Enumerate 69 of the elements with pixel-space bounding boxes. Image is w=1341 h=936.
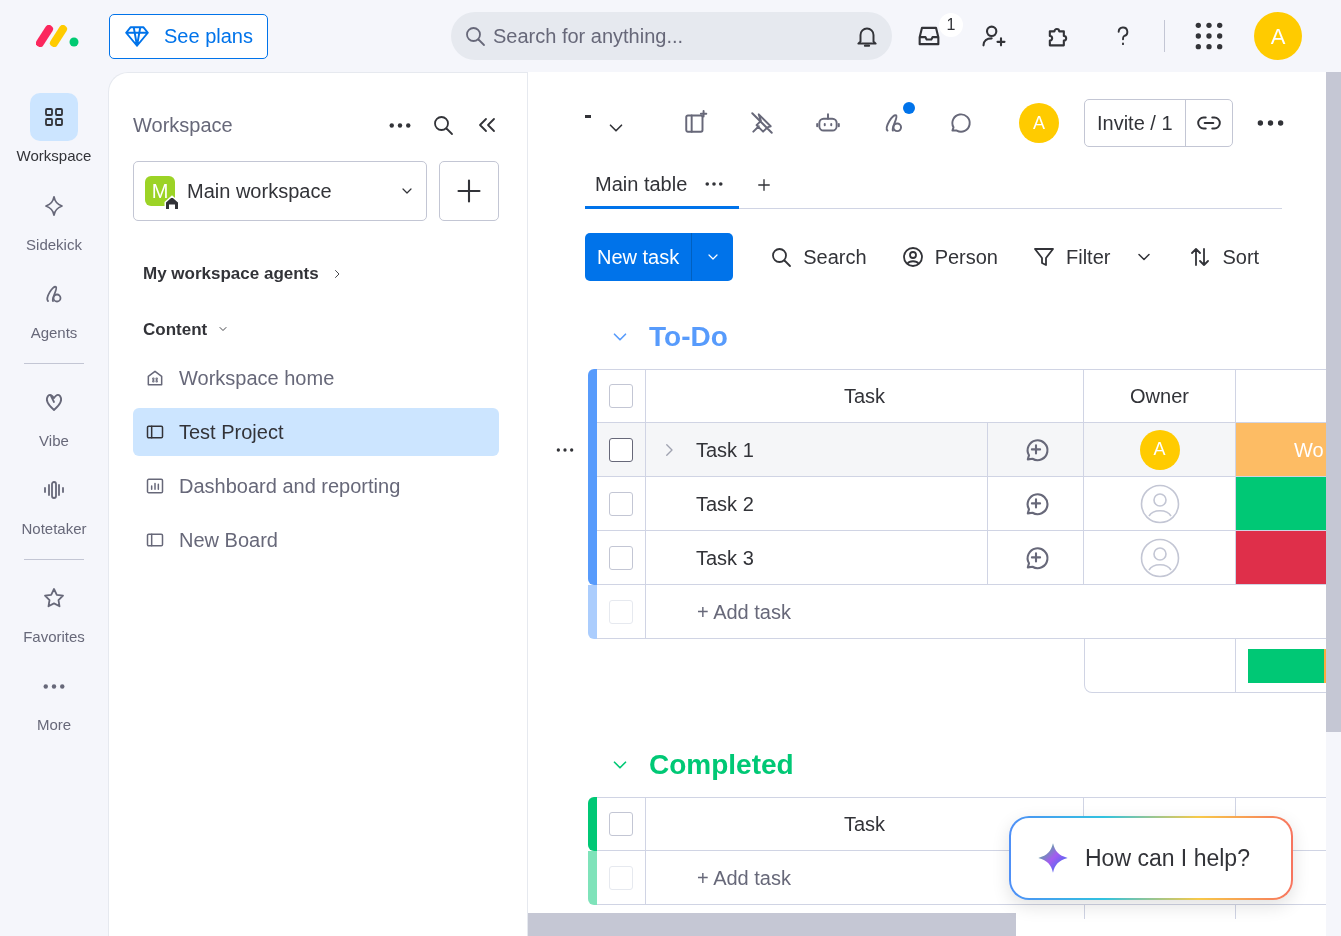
notification-count: 1: [938, 13, 963, 37]
add-task-input[interactable]: + Add task: [697, 862, 791, 893]
waveform-icon: [42, 478, 66, 502]
vertical-scrollbar[interactable]: [1326, 72, 1341, 732]
group-color-bar: [588, 851, 597, 905]
agents-link[interactable]: My workspace agents: [143, 261, 343, 287]
layout-sparkle-icon[interactable]: [683, 110, 709, 136]
horizontal-scrollbar[interactable]: [528, 913, 1016, 936]
section-header[interactable]: Content: [143, 316, 230, 342]
logo-icon[interactable]: [36, 25, 81, 47]
sidebar-item[interactable]: Dashboard and reporting: [133, 462, 499, 510]
task-name[interactable]: Task 2: [696, 488, 754, 519]
see-plans-button[interactable]: See plans: [109, 13, 268, 59]
search-icon: [769, 245, 794, 269]
checkbox[interactable]: [609, 384, 633, 408]
sidebar-item[interactable]: New Board: [133, 516, 499, 564]
table-row[interactable]: Task 3: [597, 531, 1326, 585]
star-icon: [42, 585, 66, 610]
group-color-bar: [588, 797, 597, 851]
checkbox[interactable]: [609, 812, 633, 836]
more-icon[interactable]: [43, 683, 65, 689]
more-options-icon[interactable]: [1256, 120, 1284, 126]
rail-label[interactable]: Vibe: [39, 429, 69, 452]
filter-icon: [1032, 245, 1056, 269]
task-name[interactable]: Task 1: [696, 434, 754, 465]
workspace-dropdown[interactable]: M Main workspace: [133, 161, 427, 221]
rail-label[interactable]: Favorites: [23, 625, 85, 648]
add-button[interactable]: [439, 161, 499, 221]
column-header[interactable]: Task: [843, 809, 886, 839]
search-icon: [431, 113, 455, 137]
checkbox[interactable]: [609, 491, 633, 516]
chart-icon: [145, 476, 165, 496]
more-options-icon[interactable]: [389, 122, 411, 128]
board-icon: [145, 530, 165, 550]
rail-label[interactable]: More: [36, 714, 72, 737]
plus-icon: [455, 177, 483, 205]
rail-label[interactable]: Agents: [30, 322, 78, 345]
sidebar-title: Workspace: [133, 113, 234, 138]
sparkle-icon: [42, 193, 66, 218]
rail-button[interactable]: [30, 93, 78, 141]
diamond-icon: [124, 23, 150, 49]
toolbar-button[interactable]: Search: [769, 242, 867, 272]
more-options-icon: [705, 181, 724, 186]
rail-label[interactable]: Sidekick: [26, 233, 82, 256]
search-bar[interactable]: Search for anything...: [450, 12, 892, 60]
table-row[interactable]: Task 2: [597, 477, 1326, 531]
sparkle-icon: [1037, 842, 1069, 874]
toolbar-button[interactable]: Person: [900, 242, 998, 272]
checkbox[interactable]: [609, 437, 633, 462]
board-icon: [145, 422, 165, 442]
pin-off-icon[interactable]: [749, 110, 775, 136]
column-header[interactable]: Owner: [1130, 381, 1189, 411]
sidebar-item[interactable]: Test Project: [133, 408, 499, 456]
assistant-prompt[interactable]: How can I help?: [1009, 816, 1293, 900]
toolbar-button[interactable]: Filter: [1032, 242, 1155, 272]
grid-icon: [42, 105, 66, 129]
task-name[interactable]: Task 3: [696, 542, 754, 573]
view-tab[interactable]: Main table: [585, 161, 740, 209]
search-field[interactable]: Search for anything...: [492, 21, 854, 51]
toolbar-button[interactable]: Sort: [1188, 242, 1260, 272]
house-icon: [145, 368, 165, 388]
add-task-input[interactable]: + Add task: [697, 596, 791, 627]
rail-label[interactable]: Notetaker: [21, 518, 87, 541]
checkbox[interactable]: [609, 545, 633, 570]
rail-label[interactable]: Workspace: [16, 145, 92, 168]
sidebar-item[interactable]: Workspace home: [133, 354, 499, 402]
new-task-button[interactable]: New task: [585, 233, 734, 281]
person-circle-icon: [900, 245, 925, 269]
column-header[interactable]: Task: [843, 381, 886, 411]
